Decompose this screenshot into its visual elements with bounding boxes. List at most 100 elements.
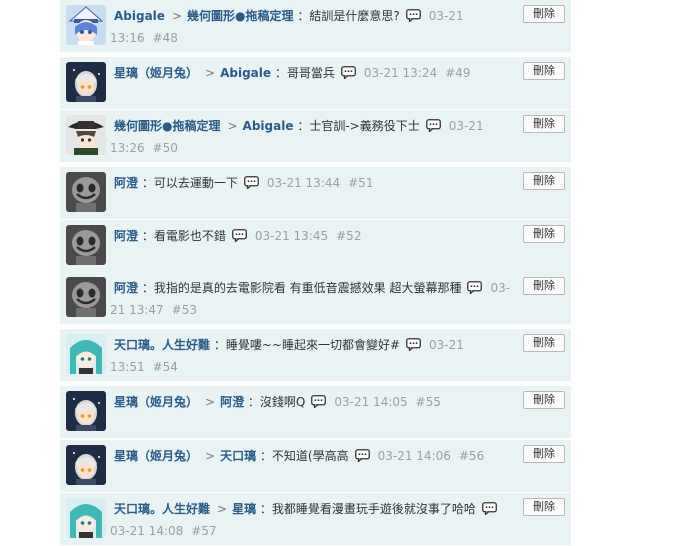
reply-target-link[interactable]: 星璃	[232, 502, 256, 516]
delete-button[interactable]: 刪除	[523, 5, 565, 23]
user-avatar[interactable]	[66, 391, 106, 431]
comment-line: 星璃（姬月兔） > Abigale ：哥哥當兵 03-21 13:24 #49	[114, 61, 519, 84]
reply-bubble-icon[interactable]	[482, 502, 497, 515]
delete-button[interactable]: 刪除	[523, 115, 565, 133]
comment-line: 天口璃。人生好難 > 星璃 ：我都睡覺看漫畫玩手遊後就沒事了哈哈	[114, 497, 519, 520]
comment-text: ：我指的是真的去電影院看 有重低音震撼效果 超大螢幕那種	[141, 281, 462, 295]
delete-button[interactable]: 刪除	[523, 277, 565, 295]
comment-line: 阿澄 ：我指的是真的去電影院看 有重低音震撼效果 超大螢幕那種 03-	[114, 276, 519, 299]
comment-date: 03-21	[448, 119, 484, 133]
comment-date: 03-21	[429, 338, 464, 352]
comment-item: 阿澄 ：可以去運動一下 03-21 13:44 #51 刪除	[60, 167, 571, 220]
delete-button[interactable]: 刪除	[523, 498, 565, 516]
comment-text: ：士官訓->義務役下士	[297, 119, 420, 133]
user-avatar[interactable]	[66, 62, 106, 102]
comment-number: #49	[445, 66, 471, 80]
user-avatar[interactable]	[66, 334, 106, 374]
comment-text: ：可以去運動一下	[141, 176, 238, 190]
comment-date: 13:51	[110, 360, 145, 374]
author-link[interactable]: 星璃（姬月兔）	[114, 395, 198, 409]
comment-date: 03-21 14:06	[377, 449, 451, 463]
reply-arrow: >	[227, 119, 238, 133]
reply-bubble-icon[interactable]	[340, 66, 356, 79]
comment-item: Abigale > 幾何圖形●拖稿定理 ：結訓是什麼意思? 03-21 13:16 #48…	[60, 0, 571, 53]
comment-line: 阿澄 ：看電影也不錯 03-21 13:45 #52	[114, 224, 519, 247]
comment-date-line: 13:51 #54	[110, 356, 519, 378]
author-link[interactable]: 天口璃。人生好難	[114, 502, 210, 516]
user-avatar[interactable]	[66, 277, 106, 317]
delete-button[interactable]: 刪除	[523, 62, 565, 80]
comment-date: 03-21 13:24	[363, 66, 438, 80]
comment-line: 星璃（姬月兔） > 阿澄 ：沒錢啊Q 03-21 14:05 #55	[114, 390, 519, 413]
user-avatar[interactable]	[66, 5, 106, 45]
reply-target-link[interactable]: 阿澄	[220, 395, 244, 409]
delete-button[interactable]: 刪除	[523, 391, 565, 409]
reply-bubble-icon[interactable]	[467, 281, 483, 294]
author-link[interactable]: 阿澄	[114, 176, 138, 190]
comment-item: 阿澄 ：我指的是真的去電影院看 有重低音震撼效果 超大螢幕那種 03- 21 13:…	[60, 272, 571, 325]
reply-bubble-icon[interactable]	[243, 176, 259, 189]
comment-date: 03-21 13:45	[254, 229, 329, 243]
reply-bubble-icon[interactable]	[406, 338, 421, 351]
comment-line: 天口璃。人生好難 ：睡覺嘍~~睡起來一切都會變好# 03-21	[114, 333, 519, 356]
reply-bubble-icon[interactable]	[311, 395, 327, 408]
reply-arrow: >	[205, 449, 216, 463]
author-link[interactable]: 阿澄	[114, 229, 138, 243]
reply-arrow: >	[205, 395, 216, 409]
comment-text: ：看電影也不錯	[141, 229, 226, 243]
author-link[interactable]: 阿澄	[114, 281, 138, 295]
user-avatar[interactable]	[66, 115, 106, 155]
author-link[interactable]: 天口璃。人生好難	[114, 338, 210, 352]
comment-line: Abigale > 幾何圖形●拖稿定理 ：結訓是什麼意思? 03-21	[114, 4, 519, 27]
delete-button[interactable]: 刪除	[523, 445, 565, 463]
author-link[interactable]: 幾何圖形●拖稿定理	[114, 119, 220, 133]
comment-line: 星璃（姬月兔） > 天口璃 ：不知道(學高高 03-21 14:06 #56	[114, 444, 519, 467]
comment-date: 13:26	[110, 141, 145, 155]
comment-text: ：沒錢啊Q	[247, 395, 306, 409]
comment-number: #53	[171, 303, 197, 317]
reply-bubble-icon[interactable]	[354, 449, 370, 462]
comment-date: 03-21 14:05	[334, 395, 408, 409]
reply-target-link[interactable]: Abigale	[220, 66, 271, 80]
comment-text: ：結訓是什麼意思?	[297, 9, 400, 23]
reply-bubble-icon[interactable]	[405, 9, 421, 22]
reply-target-link[interactable]: 天口璃	[220, 449, 256, 463]
comment-date: 03-21	[428, 9, 464, 23]
comment-date-line: 21 13:47 #53	[110, 299, 519, 321]
comment-text: ：不知道(學高高	[259, 449, 349, 463]
comment-date: 03-21 14:08	[110, 524, 184, 538]
reply-bubble-icon[interactable]	[231, 229, 247, 242]
comment-item: 星璃（姬月兔） > 阿澄 ：沒錢啊Q 03-21 14:05 #55 刪除	[60, 386, 571, 439]
comment-date: 03-	[490, 281, 511, 295]
comment-number: #57	[191, 524, 217, 538]
delete-button[interactable]: 刪除	[523, 172, 565, 190]
comment-date-line: 13:26 #50	[110, 137, 519, 159]
comment-number: #56	[458, 449, 485, 463]
comment-item: 天口璃。人生好難 > 星璃 ：我都睡覺看漫畫玩手遊後就沒事了哈哈 03-21 14:0…	[60, 493, 571, 546]
comment-text: ：我都睡覺看漫畫玩手遊後就沒事了哈哈	[259, 502, 476, 516]
reply-target-link[interactable]: Abigale	[243, 119, 294, 133]
reply-bubble-icon[interactable]	[425, 119, 441, 132]
comment-item: 天口璃。人生好難 ：睡覺嘍~~睡起來一切都會變好# 03-21 13:51 #54 刪除	[60, 329, 571, 382]
delete-button[interactable]: 刪除	[523, 334, 565, 352]
user-avatar[interactable]	[66, 445, 106, 485]
author-link[interactable]: 星璃（姬月兔）	[114, 66, 198, 80]
author-link[interactable]: 星璃（姬月兔）	[114, 449, 198, 463]
user-avatar[interactable]	[66, 498, 106, 538]
reply-arrow: >	[217, 502, 228, 516]
comment-line: 阿澄 ：可以去運動一下 03-21 13:44 #51	[114, 171, 519, 194]
reply-arrow: >	[171, 9, 182, 23]
user-avatar[interactable]	[66, 225, 106, 265]
comment-number: #48	[152, 31, 178, 45]
reply-arrow: >	[205, 66, 216, 80]
comment-number: #55	[415, 395, 441, 409]
delete-button[interactable]: 刪除	[523, 225, 565, 243]
comment-date-line: 13:16 #48	[110, 27, 519, 49]
reply-target-link[interactable]: 幾何圖形●拖稿定理	[187, 9, 293, 23]
comment-date: 13:16	[110, 31, 145, 45]
comment-number: #50	[152, 141, 178, 155]
comment-date: 21 13:47	[110, 303, 164, 317]
comment-item: 阿澄 ：看電影也不錯 03-21 13:45 #52 刪除	[60, 220, 571, 273]
author-link[interactable]: Abigale	[114, 9, 165, 23]
user-avatar[interactable]	[66, 172, 106, 212]
